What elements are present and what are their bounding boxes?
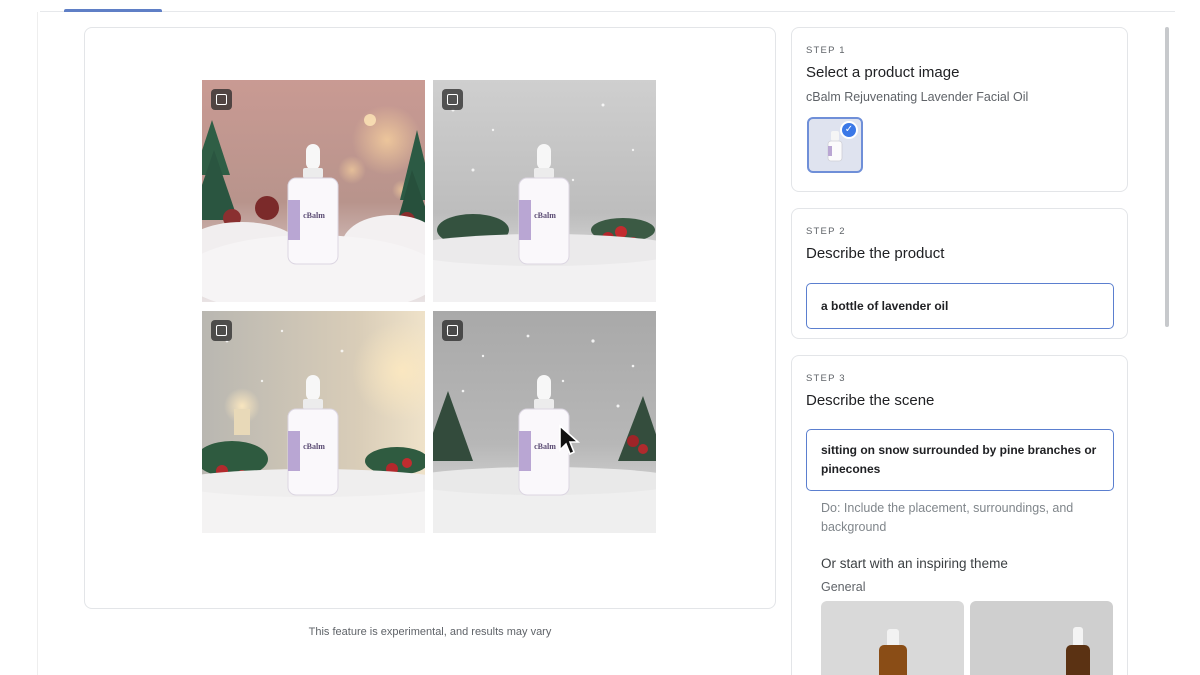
page: cBalm cBalm cBalm cBalm This feature is … [0,0,1200,675]
step-3-title: Describe the scene [806,392,935,409]
step-2-label: STEP 2 [806,226,846,237]
selected-check-icon: ✓ [840,121,858,139]
scene-hint: Do: Include the placement, surroundings,… [821,501,1074,534]
step-2-title: Describe the product [806,245,945,262]
tile-4-checkbox[interactable] [442,320,463,341]
product-name: cBalm Rejuvenating Lavender Facial Oil [806,90,1029,104]
step-1-card: STEP 1 Select a product image cBalm Reju… [791,27,1128,192]
tile-1-checkbox[interactable] [211,89,232,110]
scene-description-input[interactable]: sitting on snow surrounded by pine branc… [806,429,1114,491]
result-image-2[interactable]: cBalm [433,80,656,302]
mouse-cursor-icon [559,424,581,456]
step-3-label: STEP 3 [806,373,846,384]
svg-text:cBalm: cBalm [534,442,556,451]
step-2-card: STEP 2 Describe the product a bottle of … [791,208,1128,339]
theme-option-1[interactable] [821,601,964,675]
result-image-3-scene: cBalm [202,311,425,533]
experimental-disclaimer: This feature is experimental, and result… [308,626,552,638]
top-tab-bar [40,0,1175,12]
tile-2-checkbox[interactable] [442,89,463,110]
result-image-1[interactable]: cBalm [202,80,425,302]
step-1-label: STEP 1 [806,45,846,56]
result-image-grid: cBalm cBalm cBalm cBalm [202,80,657,533]
theme-option-2-image [970,601,1113,675]
theme-option-2[interactable] [970,601,1113,675]
result-image-2-scene: cBalm [433,80,656,302]
theme-option-1-image [821,601,964,675]
svg-text:cBalm: cBalm [303,442,325,451]
result-image-4[interactable]: cBalm [433,311,656,533]
svg-text:cBalm: cBalm [534,211,556,220]
theme-category-label: General [821,580,866,594]
step-3-card: STEP 3 Describe the scene sitting on sno… [791,355,1128,675]
theme-heading: Or start with an inspiring theme [821,556,1008,571]
step-1-title: Select a product image [806,64,960,81]
result-image-3[interactable]: cBalm [202,311,425,533]
left-rail-divider [37,12,38,675]
tile-3-checkbox[interactable] [211,320,232,341]
svg-text:cBalm: cBalm [303,211,325,220]
scrollbar[interactable] [1165,27,1169,327]
active-tab-indicator [64,9,162,12]
product-description-input[interactable]: a bottle of lavender oil [806,283,1114,329]
result-image-1-scene: cBalm [202,80,425,302]
result-image-4-scene: cBalm [433,311,656,533]
